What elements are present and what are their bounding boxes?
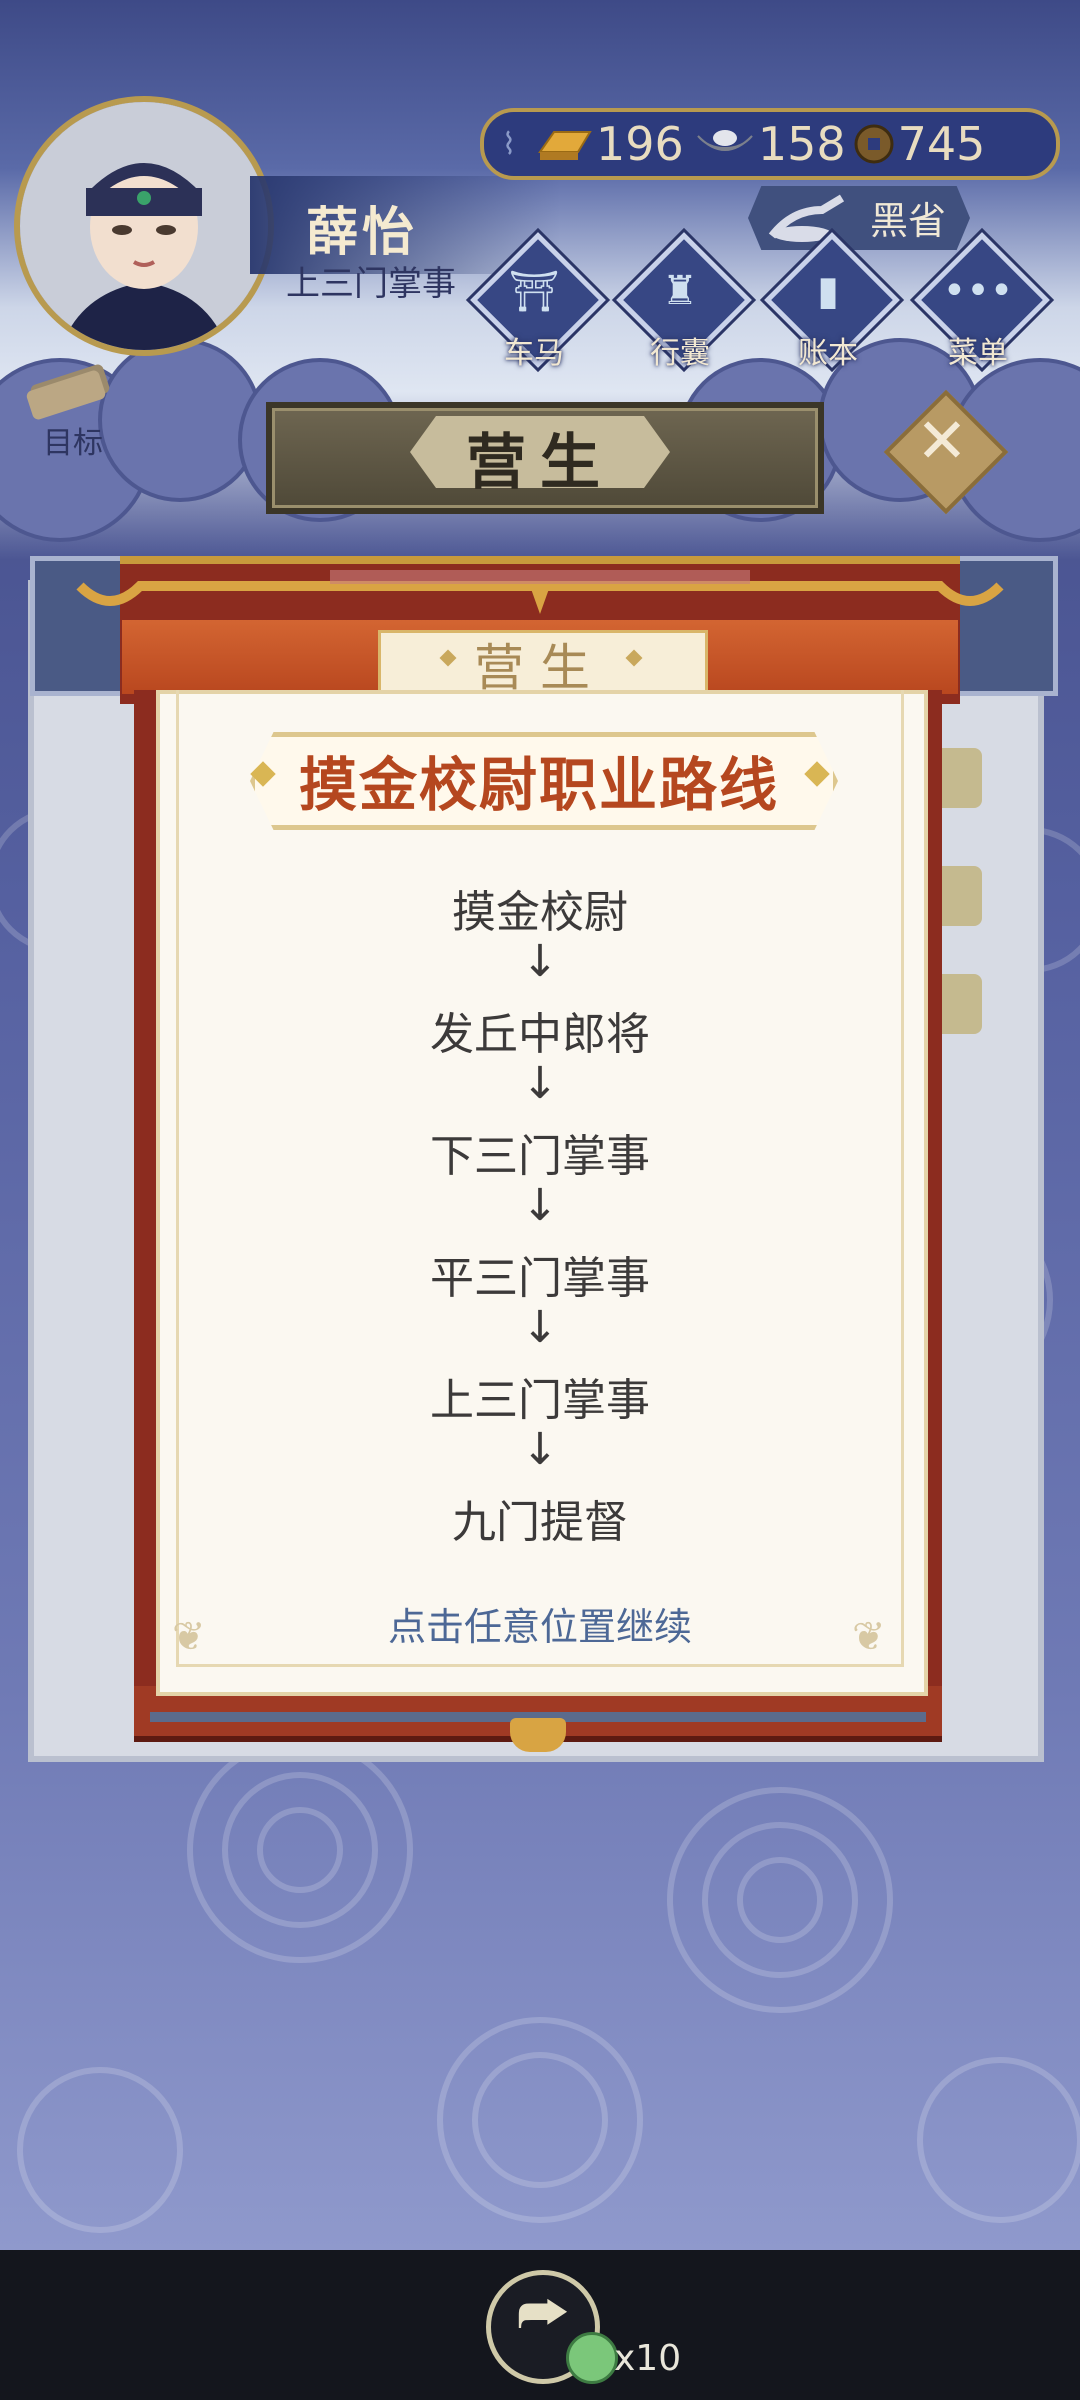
ledger-button[interactable]: ▮ 账本 — [764, 232, 900, 371]
section-title: 营生 — [466, 428, 614, 498]
bag-button[interactable]: ♜ 行囊 — [616, 232, 752, 371]
reward-count: x10 — [614, 2338, 682, 2379]
avatar[interactable] — [14, 96, 274, 356]
career-step-5: 上三门掌事 — [430, 1375, 650, 1426]
corner-ornament-icon: ❦ — [172, 1614, 206, 1660]
player-name: 薛怡 — [306, 203, 419, 263]
career-step-2: 发丘中郎将 — [430, 1009, 650, 1060]
down-arrow-icon: ↓ — [521, 1180, 559, 1231]
menu-button[interactable]: ••• 菜单 — [914, 232, 1050, 371]
gold-ingot-icon — [538, 131, 592, 160]
player-rank: 上三门掌事 — [286, 264, 456, 304]
down-arrow-icon: ↓ — [521, 936, 559, 987]
menu-dots-icon: ••• — [942, 268, 1014, 314]
scroll-icon — [26, 364, 110, 420]
gold-trim-ornament — [76, 570, 1004, 614]
copper-coin-icon — [854, 124, 894, 164]
character-portrait-icon — [20, 102, 268, 350]
close-icon: ✕ — [916, 404, 968, 477]
silver-ingot-icon — [697, 130, 753, 151]
region-seal-icon — [768, 194, 845, 242]
gold-counter: 196 — [534, 117, 684, 171]
down-arrow-icon: ↓ — [521, 1058, 559, 1109]
down-arrow-icon: ↓ — [521, 1424, 559, 1475]
carriage-button[interactable]: ⛩ 车马 — [470, 232, 606, 371]
region-label: 黑省 — [870, 199, 947, 243]
silver-counter: 158 — [694, 117, 846, 171]
bamboo-left-icon: ⌇ — [501, 126, 517, 162]
ledger-icon: ▮ — [816, 268, 839, 314]
route-title: 摸金校尉职业路线 — [298, 751, 779, 819]
down-arrow-icon: ↓ — [521, 1302, 559, 1353]
bag-icon: ♜ — [662, 268, 698, 314]
career-step-6: 九门提督 — [452, 1497, 628, 1548]
continue-hint[interactable]: 点击任意位置继续 — [200, 1596, 880, 1651]
career-step-3: 下三门掌事 — [430, 1131, 650, 1182]
currency-bar: ⌇ 196 158 745 — [480, 108, 1060, 180]
corner-ornament-icon: ❦ — [852, 1614, 886, 1660]
goal-button[interactable]: 目标 — [18, 362, 128, 462]
jade-reward-icon — [566, 2332, 618, 2384]
carriage-icon: ⛩ — [508, 269, 560, 315]
coin-counter: 745 — [852, 117, 985, 171]
career-step-4: 平三门掌事 — [430, 1253, 650, 1304]
career-step-1: 摸金校尉 — [452, 887, 628, 938]
scroll-clasp-icon — [510, 1718, 566, 1752]
